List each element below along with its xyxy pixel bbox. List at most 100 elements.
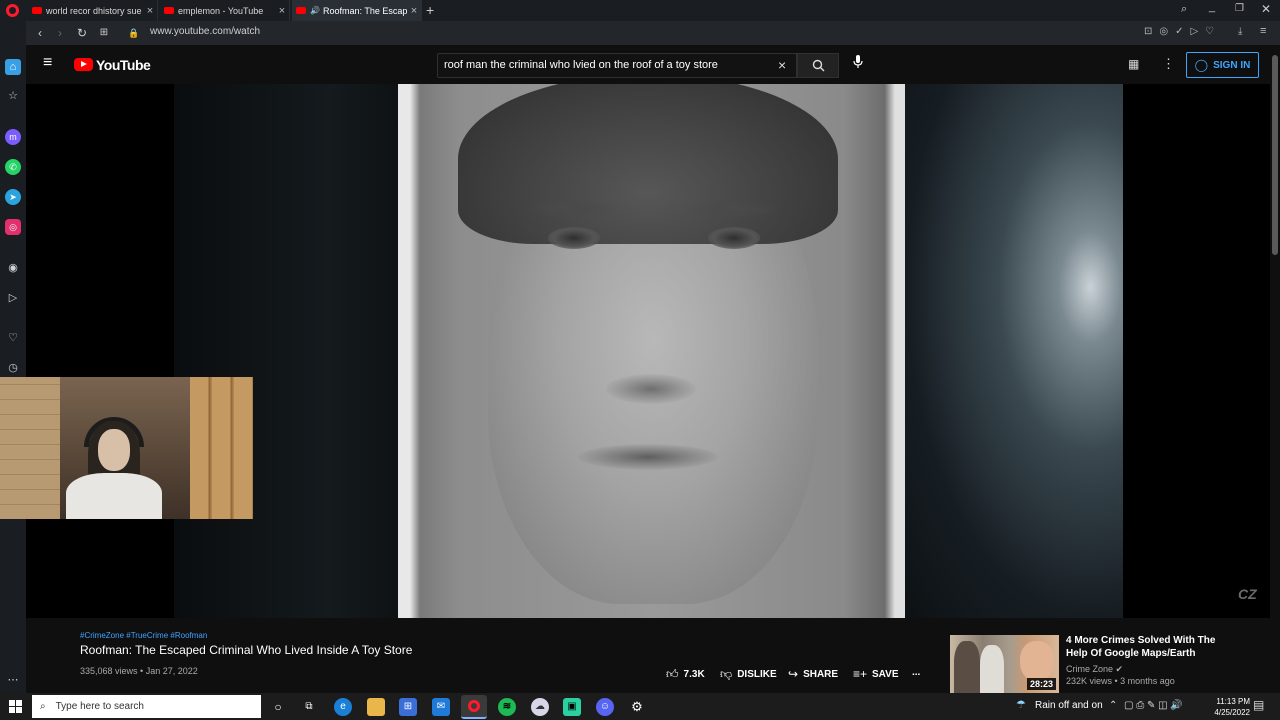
recommended-video-thumbnail[interactable]: 28:23: [950, 635, 1059, 693]
share-label: SHARE: [803, 668, 839, 680]
mouth-shadow: [578, 444, 718, 470]
video-background-right: [905, 84, 1123, 618]
left-brow: [528, 200, 618, 218]
sign-in-label: SIGN IN: [1213, 59, 1251, 71]
streaming-app-icon[interactable]: ▣: [563, 698, 581, 716]
telegram-icon[interactable]: ➤: [5, 189, 21, 205]
search-icon: [812, 59, 825, 72]
search-input[interactable]: roof man the criminal who lvied on the r…: [437, 53, 797, 78]
video-hashtags[interactable]: #CrimeZone #TrueCrime #Roofman: [80, 631, 207, 640]
star-icon[interactable]: ☆: [5, 88, 21, 104]
cortana-icon[interactable]: ○: [269, 698, 287, 716]
back-icon[interactable]: ‹: [32, 25, 48, 41]
windows-taskbar: ⌕ Type here to search ○ ⧉ e ⊞ ✉ ≋ ☁ ▣ ☺ …: [0, 693, 1280, 720]
reload-icon[interactable]: ↻: [74, 25, 90, 41]
hair-shape: [458, 84, 838, 244]
speaker-icon: 🔊: [310, 6, 320, 15]
browser-tab-bar: world recor dhistory sue m × emplemon - …: [0, 0, 1280, 21]
search-icon: ⌕: [40, 701, 46, 712]
taskbar-search-placeholder: Type here to search: [55, 701, 144, 712]
spotify-icon[interactable]: ≋: [498, 698, 516, 716]
tab-label: world recor dhistory sue m: [46, 5, 143, 16]
settings-more-icon[interactable]: ⋮: [1162, 56, 1175, 72]
tab-close-icon[interactable]: ×: [143, 5, 157, 17]
windows-start-icon[interactable]: [9, 700, 22, 713]
history-icon[interactable]: ◷: [5, 360, 21, 376]
youtube-logo-text[interactable]: YouTube: [96, 57, 151, 73]
like-count: 7.3K: [683, 669, 705, 680]
opera-sidebar: ⌂ ☆ m ✆ ➤ ◎ ◉ ▷ ♡ ◷ ⋯: [0, 21, 26, 693]
edge-icon[interactable]: e: [334, 698, 352, 716]
search-tabs-icon[interactable]: ⌕: [1181, 3, 1187, 16]
save-button[interactable]: ≡+ SAVE: [853, 667, 899, 681]
send-icon[interactable]: ▷: [5, 290, 21, 306]
video-player[interactable]: CZ: [26, 84, 1270, 618]
mail-icon[interactable]: ✉: [432, 698, 450, 716]
speed-dial-icon[interactable]: ⊞: [96, 25, 112, 41]
store-icon[interactable]: ⊞: [399, 698, 417, 716]
clear-search-icon[interactable]: ×: [778, 57, 786, 73]
recommended-channel-name[interactable]: Crime Zone ✔: [1066, 664, 1123, 675]
left-eye: [548, 227, 600, 249]
task-view-icon[interactable]: ⧉: [300, 698, 318, 716]
tab-close-icon[interactable]: ×: [275, 5, 289, 17]
dislike-button[interactable]: 👎︎ DISLIKE: [720, 667, 777, 682]
channel-watermark: CZ: [1238, 586, 1257, 602]
browser-tab-1[interactable]: world recor dhistory sue m ×: [28, 0, 158, 21]
youtube-logo-icon[interactable]: [74, 58, 93, 71]
opera-taskbar-icon[interactable]: [461, 695, 487, 719]
tray-expand-icon[interactable]: ⌃: [1109, 700, 1117, 711]
whatsapp-icon[interactable]: ✆: [5, 159, 21, 175]
clock-date: 4/25/2022: [1214, 708, 1250, 717]
microphone-icon[interactable]: [848, 55, 868, 75]
heart-icon[interactable]: ♡: [5, 330, 21, 346]
more-actions-button[interactable]: ...: [912, 667, 920, 678]
account-icon: ◯: [1194, 58, 1209, 72]
opera-logo-icon[interactable]: [6, 4, 19, 17]
instagram-icon[interactable]: ◎: [5, 219, 21, 235]
restore-icon[interactable]: ❐: [1235, 3, 1244, 14]
home-icon[interactable]: ⌂: [5, 59, 21, 75]
person-face-shape: [98, 429, 130, 471]
more-sidebar-icon[interactable]: ⋯: [5, 672, 21, 688]
messenger-icon[interactable]: m: [5, 129, 21, 145]
forward-icon[interactable]: ›: [52, 25, 68, 41]
save-label: SAVE: [872, 668, 899, 680]
discord-icon[interactable]: ☺: [596, 698, 614, 716]
taskbar-search-input[interactable]: ⌕ Type here to search: [32, 695, 261, 718]
player-icon[interactable]: ◉: [5, 260, 21, 276]
thumbnail-figure-2: [980, 645, 1004, 693]
scrollbar-thumb[interactable]: [1272, 55, 1278, 255]
youtube-header: ≡ YouTube roof man the criminal who lvie…: [26, 45, 1280, 84]
tab-close-icon[interactable]: ×: [407, 5, 421, 17]
browser-tab-3-active[interactable]: 🔊 Roofman: The Escaped ×: [292, 0, 422, 21]
close-window-icon[interactable]: ✕: [1261, 2, 1271, 16]
url-text[interactable]: www.youtube.com/watch: [150, 26, 260, 37]
taskbar-clock[interactable]: 11:13 PM 4/25/2022: [1200, 696, 1250, 718]
notifications-icon[interactable]: ▤: [1253, 698, 1264, 712]
app-icon[interactable]: ☁: [531, 698, 549, 716]
hamburger-menu-icon[interactable]: ≡: [43, 54, 52, 72]
share-button[interactable]: ↪ SHARE: [788, 667, 838, 681]
person-shirt-shape: [66, 473, 162, 519]
settings-gear-icon[interactable]: ⚙: [628, 698, 646, 716]
apps-grid-icon[interactable]: ▦: [1128, 57, 1139, 71]
browser-tab-2[interactable]: emplemon - YouTube ×: [160, 0, 290, 21]
new-tab-icon[interactable]: +: [426, 2, 434, 18]
address-bar-extension-icons[interactable]: ⊡◎✓▷♡: [1144, 26, 1221, 37]
video-background-left: [174, 84, 398, 618]
download-icon[interactable]: ⤓: [1238, 26, 1242, 37]
page-scrollbar[interactable]: [1270, 45, 1280, 693]
mugshot-image: [398, 84, 905, 618]
tray-app-icons[interactable]: ▢ ⎙ ✎ ◫ 🔊: [1124, 700, 1183, 711]
recommended-video-title[interactable]: 4 More Crimes Solved With The Help Of Go…: [1066, 634, 1216, 660]
search-query-text: roof man the criminal who lvied on the r…: [444, 59, 718, 71]
easy-setup-icon[interactable]: ≡: [1260, 25, 1266, 37]
minimize-icon[interactable]: _: [1209, 1, 1215, 13]
file-explorer-icon[interactable]: [367, 698, 385, 716]
video-duration: 28:23: [1026, 678, 1056, 690]
sign-in-button[interactable]: ◯ SIGN IN: [1186, 52, 1259, 78]
like-button[interactable]: 👍︎ 7.3K: [666, 667, 705, 682]
search-button[interactable]: [797, 53, 839, 78]
weather-text[interactable]: Rain off and on: [1035, 700, 1103, 711]
